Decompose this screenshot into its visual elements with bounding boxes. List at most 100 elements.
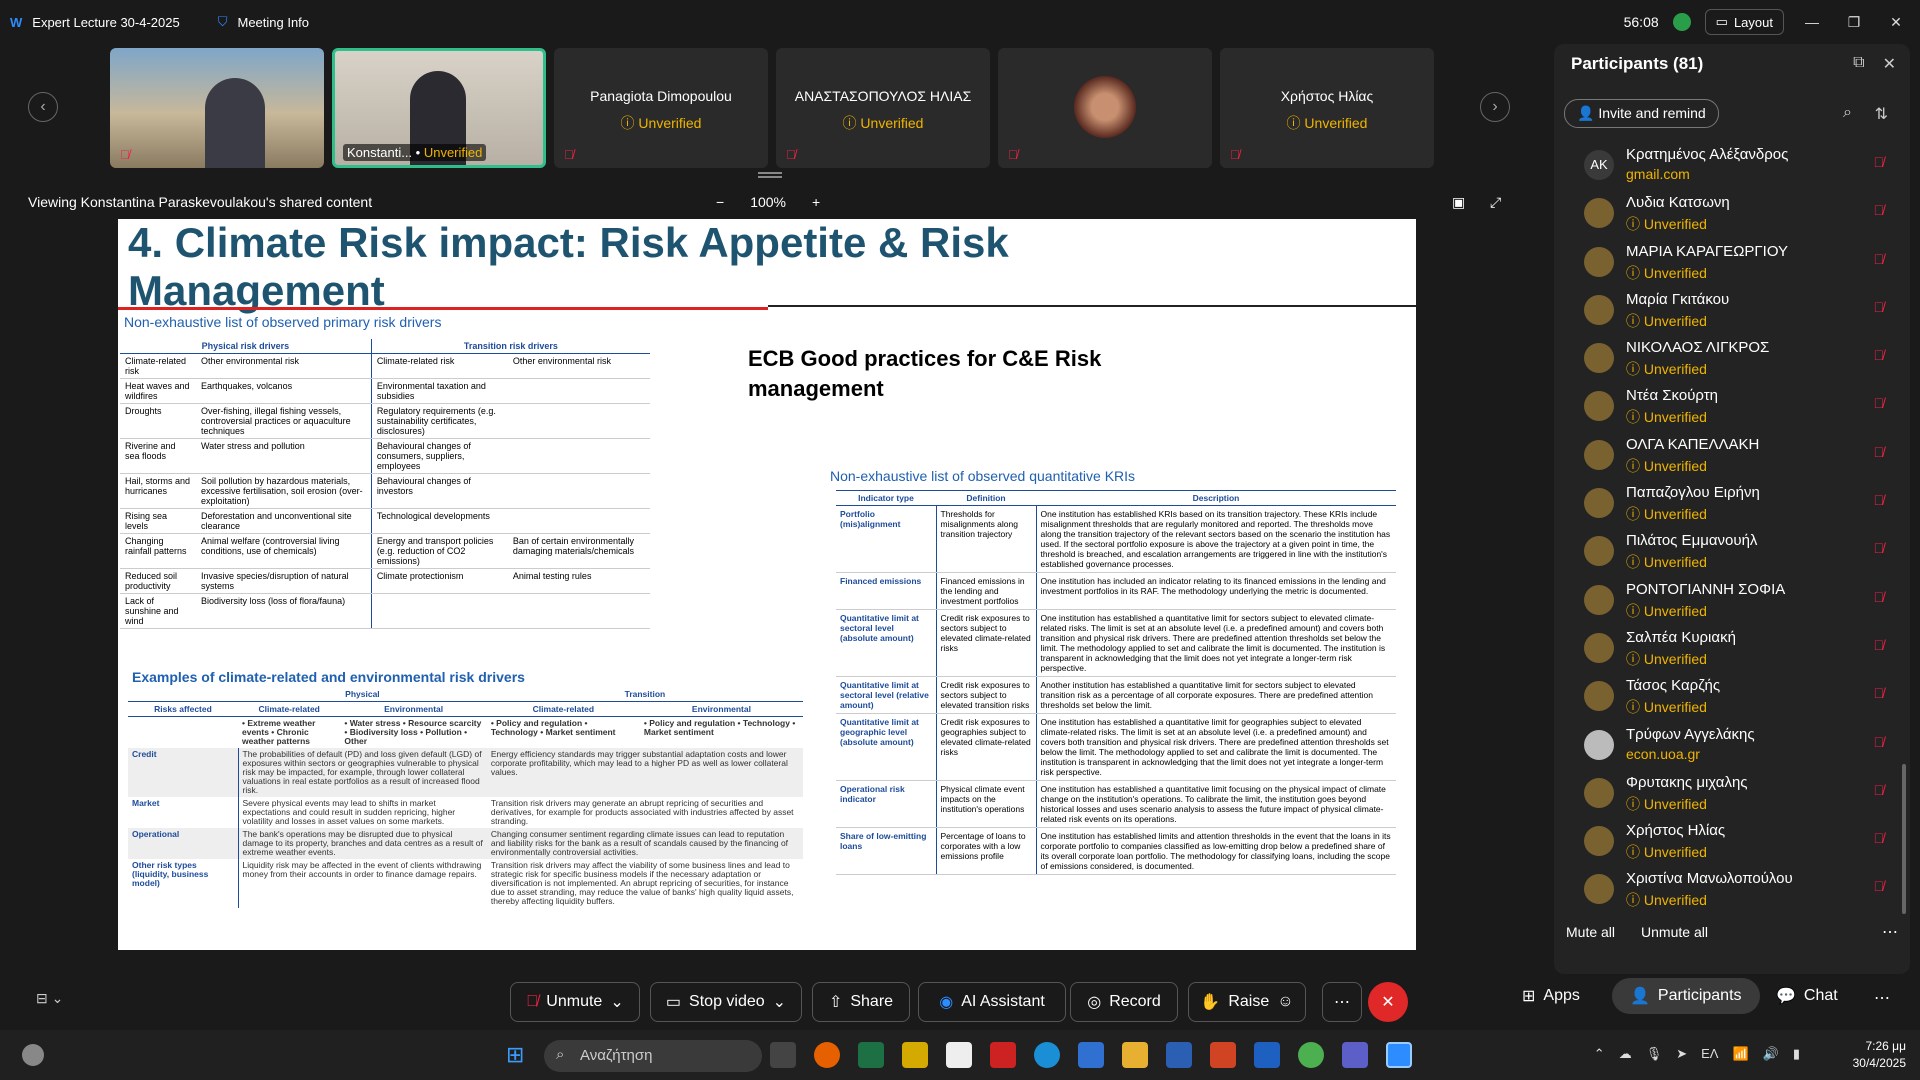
record-button[interactable]: ◎ Record [1070,982,1178,1022]
windows-start-icon[interactable]: ⊞ [506,1042,524,1068]
chevron-down-icon[interactable]: ⌄ [610,992,623,1012]
popout-icon[interactable]: ⧉ [1853,54,1864,74]
muted-mic-icon[interactable]: 🎙̸ [1874,347,1885,363]
participant-row[interactable]: ΝΙΚΟΛΑΟΣ ΛΙΓΚΡΟΣ ⓘ Unverified 🎙̸ [1554,335,1894,383]
raise-button[interactable]: ✋ Raise ☺ [1188,982,1306,1022]
chevron-down-icon[interactable]: ⌄ [773,992,786,1012]
muted-mic-icon[interactable]: 🎙̸ [1874,492,1885,508]
firefox-icon[interactable] [814,1042,840,1068]
muted-mic-icon[interactable]: 🎙̸ [1874,540,1885,556]
video-tile-3[interactable]: Panagiota Dimopoulou ⓘ Unverified 🎙̸ [554,48,768,168]
muted-mic-icon[interactable]: 🎙̸ [1874,782,1885,798]
volume-icon[interactable]: 🔊 [1763,1046,1779,1062]
participant-row[interactable]: Πιλάτος Εμμανουήλ ⓘ Unverified 🎙̸ [1554,528,1894,576]
participant-row[interactable]: ΟΛΓΑ ΚΑΠΕΛΛΑΚΗ ⓘ Unverified 🎙̸ [1554,432,1894,480]
resize-handle[interactable] [758,172,782,178]
webex-icon[interactable] [1386,1042,1412,1068]
participant-row[interactable]: Μαρία Γκιτάκου ⓘ Unverified 🎙̸ [1554,287,1894,335]
participant-row[interactable]: Τρύφων Αγγελάκης econ.uoa.gr 🎙̸ [1554,722,1894,770]
location-icon[interactable]: ➤ [1676,1046,1687,1062]
view-options-icon[interactable]: ▣ [1452,194,1465,211]
captions-icon[interactable]: ⊟ ⌄ [36,990,63,1007]
participant-row[interactable]: Χριστίνα Μανωλοπούλου ⓘ Unverified 🎙̸ [1554,866,1894,914]
sort-icon[interactable]: ⇅ [1875,104,1888,124]
more-options-button[interactable]: ⋯ [1322,982,1362,1022]
zoom-in-icon[interactable]: + [812,194,820,210]
video-tile-1[interactable]: 🎙̸ [110,48,324,168]
muted-mic-icon[interactable]: 🎙̸ [1874,734,1885,750]
app-icon[interactable] [1254,1042,1280,1068]
powerpoint-icon[interactable] [1210,1042,1236,1068]
video-tile-5[interactable]: 🎙̸ [998,48,1212,168]
close-icon[interactable]: ✕ [1882,14,1910,31]
minimize-icon[interactable]: — [1798,14,1826,30]
zoom-out-icon[interactable]: − [716,194,724,210]
muted-mic-icon[interactable]: 🎙̸ [1874,154,1885,170]
file-explorer-icon[interactable] [1122,1042,1148,1068]
participants-button[interactable]: 👤 Participants [1612,978,1760,1014]
unmute-button[interactable]: 🎙̸ Unmute ⌄ [510,982,640,1022]
ai-assistant-button[interactable]: ◉ AI Assistant [918,982,1066,1022]
reactions-icon[interactable]: ☺ [1277,993,1293,1011]
stop-video-button[interactable]: ▭ Stop video ⌄ [650,982,802,1022]
more-icon[interactable]: ⋯ [1874,988,1890,1008]
muted-mic-icon[interactable]: 🎙̸ [1874,685,1885,701]
unmute-all-button[interactable]: Unmute all [1641,924,1708,940]
taskbar-search[interactable]: ⌕ Αναζήτηση [544,1040,762,1072]
excel-icon[interactable] [858,1042,884,1068]
participant-row[interactable]: Παπαζογλου Ειρήνη ⓘ Unverified 🎙̸ [1554,480,1894,528]
video-tile-2[interactable]: Konstanti... • Unverified [332,48,546,168]
participant-row[interactable]: Ντέα Σκούρτη ⓘ Unverified 🎙̸ [1554,383,1894,431]
apps-button[interactable]: ⊞ Apps [1522,986,1580,1006]
chrome-icon[interactable] [1298,1042,1324,1068]
wifi-icon[interactable]: 📶 [1732,1046,1748,1062]
participant-row[interactable]: Λυδια Κατσωνη ⓘ Unverified 🎙̸ [1554,190,1894,238]
store-icon[interactable] [1078,1042,1104,1068]
participant-row[interactable]: Χρήστος Ηλίας ⓘ Unverified 🎙̸ [1554,818,1894,866]
next-page-arrow-icon[interactable]: › [1480,92,1510,122]
edge-icon[interactable] [1034,1042,1060,1068]
muted-mic-icon[interactable]: 🎙̸ [1874,202,1885,218]
muted-mic-icon[interactable]: 🎙̸ [1874,395,1885,411]
cloud-icon[interactable]: ☁ [1619,1046,1632,1062]
zoom-level[interactable]: 100% [750,194,786,210]
battery-icon[interactable]: ▮ [1793,1046,1800,1062]
share-button[interactable]: ⇧ Share [812,982,910,1022]
participant-row[interactable]: ΡΟΝΤΟΓΙΑΝΝΗ ΣΟΦΙΑ ⓘ Unverified 🎙̸ [1554,577,1894,625]
muted-mic-icon[interactable]: 🎙̸ [1874,830,1885,846]
video-tile-6[interactable]: Χρήστος Ηλίας ⓘ Unverified 🎙̸ [1220,48,1434,168]
clock[interactable]: 7:26 μμ 30/4/2025 [1853,1038,1906,1072]
close-panel-icon[interactable]: ✕ [1883,54,1896,74]
leave-button[interactable]: ✕ [1368,982,1408,1022]
video-tile-4[interactable]: ΑΝΑΣΤΑΣΟΠΟΥΛΟΣ ΗΛΙΑΣ ⓘ Unverified 🎙̸ [776,48,990,168]
chevron-up-icon[interactable]: ⌃ [1594,1046,1605,1062]
muted-mic-icon[interactable]: 🎙̸ [1874,589,1885,605]
widgets-icon[interactable] [22,1044,44,1066]
participant-row[interactable]: Τάσος Καρζής ⓘ Unverified 🎙̸ [1554,673,1894,721]
muted-mic-icon[interactable]: 🎙̸ [1874,637,1885,653]
scrollbar[interactable] [1902,764,1906,914]
participant-row[interactable]: Σαλπέα Κυριακή ⓘ Unverified 🎙̸ [1554,625,1894,673]
prev-page-arrow-icon[interactable]: ‹ [28,92,58,122]
task-view-icon[interactable] [770,1042,796,1068]
participant-row[interactable]: Φρυτακης μιχαλης ⓘ Unverified 🎙̸ [1554,770,1894,818]
invite-button[interactable]: 👤 Invite and remind [1564,99,1719,128]
search-icon[interactable]: ⌕ [1843,104,1852,122]
language-indicator[interactable]: ΕΛ [1701,1046,1718,1062]
mute-all-button[interactable]: Mute all [1566,924,1615,940]
app-icon[interactable] [902,1042,928,1068]
shield-icon[interactable]: ⛉ [218,14,228,30]
chat-button[interactable]: 💬 Chat [1776,986,1838,1006]
security-shield-icon[interactable] [1672,13,1691,31]
muted-mic-icon[interactable]: 🎙̸ [1874,299,1885,315]
participant-row[interactable]: ΜΑΡΙΑ ΚΑΡΑΓΕΩΡΓΙΟΥ ⓘ Unverified 🎙̸ [1554,239,1894,287]
muted-mic-icon[interactable]: 🎙̸ [1874,444,1885,460]
restore-icon[interactable]: ❐ [1840,14,1868,31]
acrobat-icon[interactable] [990,1042,1016,1068]
fullscreen-icon[interactable]: ⤢ [1490,194,1501,211]
teams-icon[interactable] [1342,1042,1368,1068]
meeting-info-button[interactable]: Meeting Info [237,15,309,30]
mic-muted-icon[interactable]: 🎙 [1646,1046,1663,1062]
word-icon[interactable] [1166,1042,1192,1068]
muted-mic-icon[interactable]: 🎙̸ [1874,251,1885,267]
